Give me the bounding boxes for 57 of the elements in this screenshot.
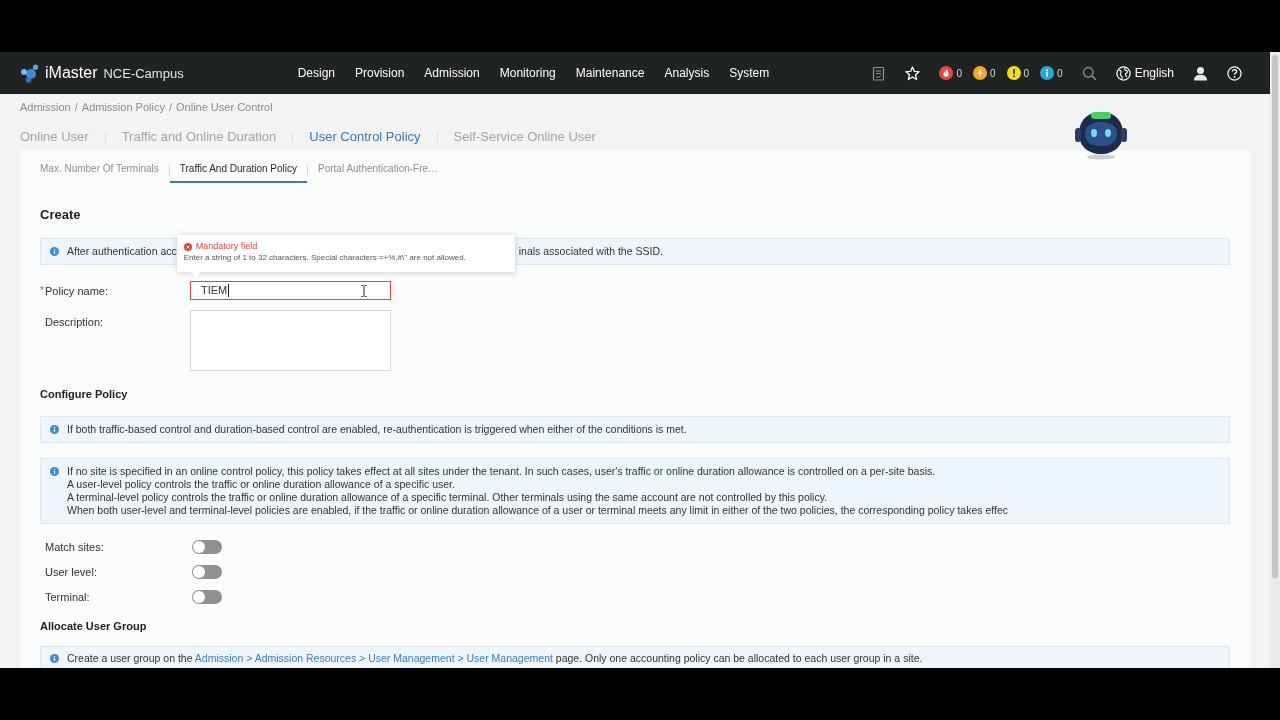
info-icon — [50, 467, 59, 476]
switch-label: Match sites: — [45, 541, 104, 553]
notice-text: If both traffic-based control and duration-based control are enabled, re-authentication is triggered when either of the conditions is met. — [67, 423, 687, 436]
nav-menu-item[interactable]: Monitoring — [499, 66, 556, 80]
scrollbar-thumb[interactable] — [1272, 55, 1278, 578]
notice-text: A user-level policy controls the traffic or online duration allowance of a specific user. — [67, 478, 456, 491]
sub-tab[interactable]: Traffic And Duration Policy — [169, 156, 308, 183]
notice-text: If no site is specified in an online control policy, this policy takes effect at all sites under the tenant. In such cases, user's traffic or online duration allowance is controlled on a per-site basis. — [67, 465, 937, 478]
language-button[interactable]: English — [1115, 65, 1174, 81]
section-title: Allocate User Group — [40, 619, 148, 633]
alarm-button[interactable]: 0 — [1006, 66, 1030, 80]
tooltip-title: Mandatory field — [195, 241, 258, 252]
navigation-link[interactable]: Admission > Admission Resources > User Management > User Management — [194, 652, 553, 664]
nav-menu-item[interactable]: System — [729, 66, 770, 80]
search-icon[interactable] — [1081, 65, 1097, 81]
error-icon — [183, 242, 192, 251]
notice-text: A terminal-level policy controls the traffic or online duration allowance of a specific terminal. Other terminals using the same account are not controlled by this policy. — [67, 491, 829, 504]
notice-text: Create a user group on the Admission > Admission Resources > User Management > User Management page. Only one accounting policy can be allocated to each user group in a site. — [67, 652, 923, 665]
text-cursor-icon — [361, 285, 367, 297]
breadcrumb-separator: / — [168, 101, 172, 113]
toggle-switch[interactable] — [192, 565, 222, 579]
breadcrumb-separator: / — [74, 101, 78, 113]
info-icon — [50, 654, 59, 663]
tooltip-message: Enter a string of 1 to 32 characters. Special characters =+%,#\" are not allowed. — [183, 253, 467, 263]
user-icon[interactable] — [1193, 65, 1208, 81]
alarm-button[interactable]: 0 — [1040, 66, 1063, 80]
alarm-button[interactable]: 0 — [972, 66, 996, 80]
globe-icon — [1115, 65, 1131, 81]
star-icon[interactable] — [905, 65, 921, 81]
form-title: Create — [40, 207, 82, 223]
brand-name: iMaster — [45, 64, 98, 82]
field-label: Policy name: — [45, 284, 108, 297]
nav-menu-item[interactable]: Design — [297, 66, 335, 80]
toggle-switch[interactable] — [192, 540, 222, 554]
notice-text: inals associated with the SSID. — [518, 245, 663, 258]
help-icon[interactable] — [1227, 65, 1242, 81]
notice-text: When both user-level and terminal-level policies are enabled, if the traffic or online duration allowance of a user or terminal meets any limit in either of the two policies, the corresponding policy takes effec — [67, 504, 1009, 517]
logo-icon — [20, 63, 39, 83]
nav-menu-item[interactable]: Analysis — [664, 66, 710, 80]
required-mark: * — [40, 284, 45, 297]
toggle-switch[interactable] — [192, 590, 222, 604]
notice-text: After authentication acc — [67, 245, 177, 258]
nav-menu-item[interactable]: Provision — [355, 66, 405, 80]
section-title: Configure Policy — [40, 387, 129, 401]
clipboard-icon[interactable] — [871, 65, 887, 81]
policy-name-field[interactable]: TIEM — [190, 281, 391, 300]
page-tab[interactable]: User Control Policy — [309, 129, 421, 144]
description-field[interactable] — [190, 310, 391, 371]
product-name: NCE-Campus — [103, 65, 184, 81]
switch-label: User level: — [45, 566, 97, 578]
switch-label: Terminal: — [45, 591, 90, 603]
info-icon — [50, 425, 59, 434]
alarm-button[interactable]: 0 — [939, 66, 962, 80]
nav-menu-item[interactable]: Maintenance — [575, 66, 645, 80]
info-icon — [50, 247, 59, 256]
field-label: Description: — [45, 316, 104, 328]
nav-menu-item[interactable]: Admission — [424, 66, 480, 80]
